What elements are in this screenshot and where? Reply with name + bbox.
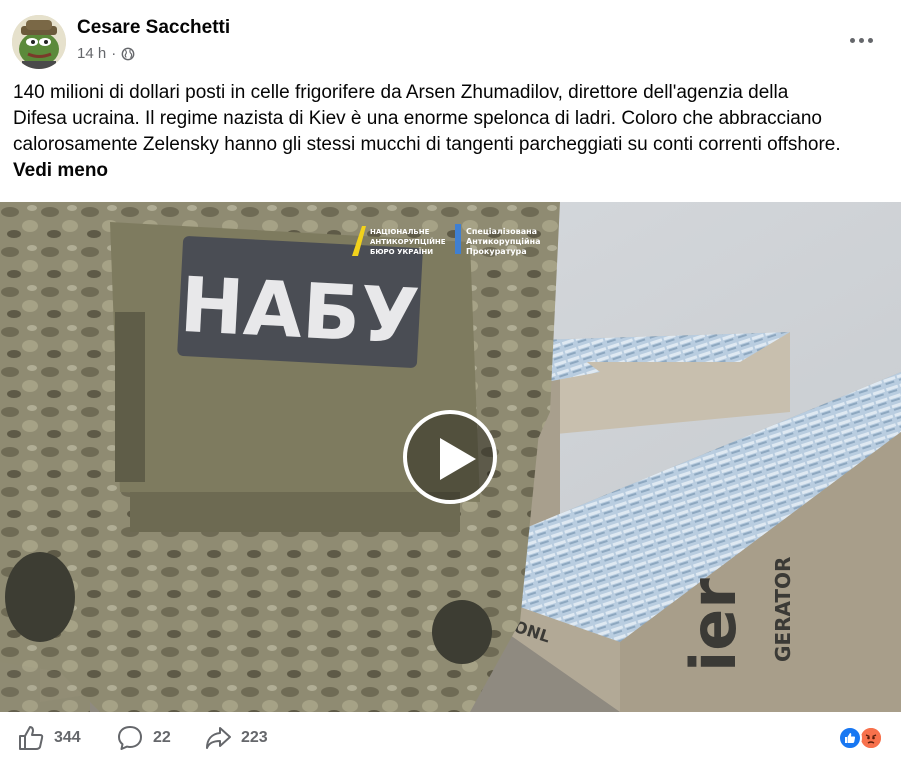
reactions-summary[interactable] — [838, 726, 888, 752]
post-header: Cesare Sacchetti 14 h · — [0, 0, 901, 76]
nabu-patch-text: НАБУ — [178, 260, 421, 361]
comment-button[interactable]: 22 — [116, 724, 171, 752]
dot — [858, 37, 864, 43]
thumbs-up-icon — [19, 726, 44, 750]
nabu-logo-line: АНТИКОРУПЦІЙНЕ — [370, 237, 446, 246]
facebook-post: Cesare Sacchetti 14 h · 140 milioni di d… — [0, 0, 901, 760]
play-icon[interactable] — [403, 410, 497, 504]
sap-logo-line: Прокуратура — [466, 247, 527, 256]
box-label-text: GERATOR — [771, 557, 795, 662]
share-count: 223 — [241, 729, 268, 746]
action-bar: 344 22 223 — [0, 712, 901, 760]
nabu-logo-line: НАЦІОНАЛЬНЕ — [370, 228, 430, 236]
author-avatar[interactable] — [12, 15, 66, 69]
nabu-logo-line: БЮРО УКРАЇНИ — [370, 247, 433, 256]
post-text-line: 140 milioni di dollari posti in celle fr… — [13, 82, 789, 103]
like-count: 344 — [54, 729, 81, 746]
like-button[interactable]: 344 — [17, 724, 81, 752]
post-text-line: Difesa ucraina. Il regime nazista di Kie… — [13, 108, 822, 129]
post-text-line: calorosamente Zelensky hanno gli stessi … — [13, 134, 841, 155]
dot — [849, 37, 855, 43]
dot — [867, 37, 873, 43]
video-player[interactable]: ier GERATOR DONL НАБУ НАЦІОНАЛЬНЕ АНТИКО… — [0, 202, 901, 712]
share-icon — [206, 727, 231, 749]
sap-logo-line: Антикорупційна — [466, 236, 541, 246]
like-reaction-icon — [838, 726, 862, 750]
author-name[interactable]: Cesare Sacchetti — [77, 17, 230, 39]
more-options-button[interactable] — [843, 26, 879, 54]
comment-icon — [118, 726, 142, 750]
pepe-avatar-image — [12, 15, 66, 69]
see-less-link[interactable]: Vedi meno — [13, 160, 108, 182]
globe-icon[interactable] — [121, 47, 135, 61]
post-timestamp[interactable]: 14 h — [77, 45, 106, 62]
sap-logo-line: Спеціалізована — [466, 226, 537, 236]
sap-logo-mark — [455, 224, 461, 254]
angry-reaction-icon — [859, 726, 883, 750]
post-meta: 14 h · — [77, 45, 135, 62]
share-button[interactable]: 223 — [204, 724, 268, 752]
box-brand-text: ier — [677, 578, 750, 672]
post-text: 140 milioni di dollari posti in celle fr… — [13, 80, 893, 158]
comment-count: 22 — [153, 729, 171, 746]
meta-separator: · — [111, 45, 117, 62]
